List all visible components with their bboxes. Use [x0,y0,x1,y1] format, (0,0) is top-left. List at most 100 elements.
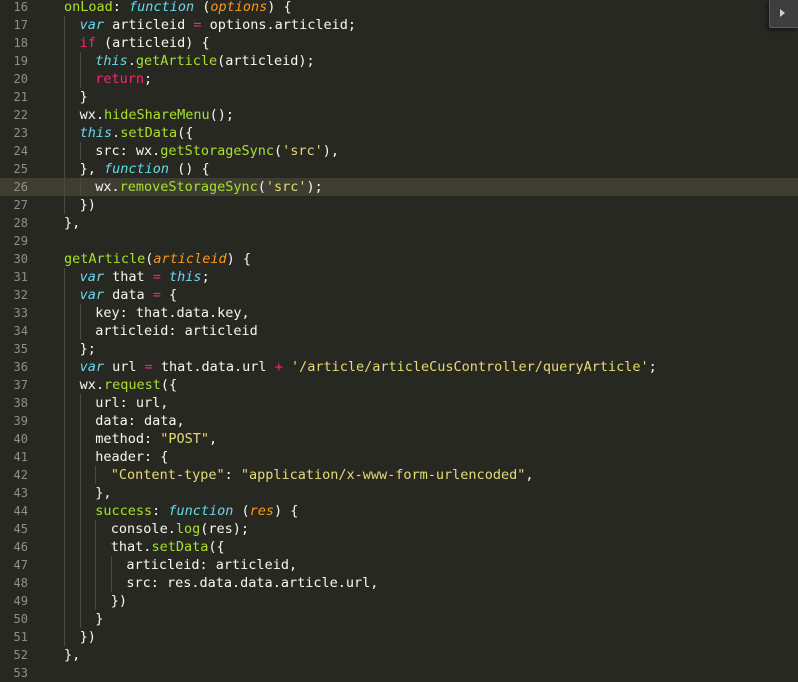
code-text: } [95,610,103,628]
indent-guide [64,340,65,358]
code-text: "Content-type": "application/x-www-form-… [111,466,534,484]
code-token: articleid [103,17,194,33]
code-line[interactable]: 45 console.log(res); [0,520,798,538]
indent-guide [64,592,65,610]
code-line[interactable]: 19 this.getArticle(articleid); [0,52,798,70]
code-line[interactable]: 22 wx.hideShareMenu(); [0,106,798,124]
line-number: 20 [13,72,28,86]
code-token: "Content-type" [110,467,225,483]
code-text: this.getArticle(articleid); [95,52,314,70]
code-line[interactable]: 49}) [0,592,798,610]
code-token: () [169,161,202,177]
code-line[interactable]: 16 onLoad: function (options) { [0,0,798,16]
code-line[interactable]: 51}) [0,628,798,646]
code-token: : [224,467,241,483]
code-token: src: wx. [95,143,161,159]
toggle-panel-button[interactable] [769,0,798,28]
code-line[interactable]: 47 articleid: articleid, [0,556,798,574]
indent-guide [64,286,65,304]
code-text: }; [80,340,96,358]
code-token: articleid: articleid [95,323,258,339]
indent-guide [64,448,65,466]
code-text: onLoad: function (options) { [64,0,292,16]
code-token: header: { [95,449,169,465]
code-line[interactable]: 18 if (articleid) { [0,34,798,52]
code-line[interactable]: 41 header: { [0,448,798,466]
code-line[interactable]: 39 data: data, [0,412,798,430]
code-text: var that = this; [80,268,210,286]
code-token: var [79,287,104,303]
code-line[interactable]: 53 [0,664,798,682]
indent-guide [110,556,112,574]
code-text: var articleid = options.articleid; [80,16,356,34]
indent-guide [95,538,97,556]
line-number: 43 [13,486,28,500]
indent-guide [79,574,81,592]
code-line[interactable]: 31 var that = this; [0,268,798,286]
code-line[interactable]: 48 src: res.data.data.article.url, [0,574,798,592]
indent-guide [79,484,81,502]
line-number: 16 [13,0,28,14]
indent-guide [79,592,81,610]
code-line[interactable]: 27}) [0,196,798,214]
code-line[interactable]: 21} [0,88,798,106]
code-line[interactable]: 32 var data = { [0,286,798,304]
code-text: articleid: articleid [95,322,258,340]
code-token: options.articleid; [201,17,356,33]
code-line[interactable]: 38 url: url, [0,394,798,412]
code-token: ), [322,143,340,159]
code-token: success [95,503,153,519]
code-token: hideShareMenu [103,107,210,123]
code-line[interactable]: 35}; [0,340,798,358]
code-line[interactable]: 50} [0,610,798,628]
code-token: function [168,503,234,519]
indent-guide [79,538,81,556]
code-text: return; [95,70,152,88]
line-number: 52 [13,648,28,662]
indent-guide [79,448,81,466]
code-line[interactable]: 24 src: wx.getStorageSync('src'), [0,142,798,160]
indent-guide [79,178,81,196]
code-token: this [169,269,202,285]
code-line[interactable]: 33 key: that.data.key, [0,304,798,322]
code-token: }, [64,215,81,231]
code-token: = [144,359,153,375]
code-token: }; [79,341,96,357]
code-token: , [525,467,534,483]
indent-guide [79,394,81,412]
code-token: "application/x-www-form-urlencoded" [240,467,526,483]
code-line[interactable]: 43}, [0,484,798,502]
code-line[interactable]: 28}, [0,214,798,232]
indent-guide [64,34,65,52]
code-line[interactable]: 40 method: "POST", [0,430,798,448]
code-token: getStorageSync [160,143,275,159]
code-text: that.setData({ [111,538,225,556]
code-line[interactable]: 26 wx.removeStorageSync('src'); [0,178,798,196]
line-number: 45 [13,522,28,536]
code-line[interactable]: 46 that.setData({ [0,538,798,556]
code-line[interactable]: 23 this.setData({ [0,124,798,142]
code-token: : [152,503,169,519]
code-line[interactable]: 42 "Content-type": "application/x-www-for… [0,466,798,484]
code-token: data: data, [95,413,185,429]
code-line[interactable]: 34 articleid: articleid [0,322,798,340]
indent-guide [64,502,65,520]
code-text: wx.request({ [80,376,178,394]
code-line[interactable]: 36 var url = that.data.url + '/article/ar… [0,358,798,376]
line-number: 19 [13,54,28,68]
code-line[interactable]: 20 return; [0,70,798,88]
code-line[interactable]: 29 [0,232,798,250]
code-line[interactable]: 37 wx.request({ [0,376,798,394]
code-line[interactable]: 52}, [0,646,798,664]
code-token: that. [110,539,152,555]
indent-guide [64,322,65,340]
code-line[interactable]: 30 getArticle(articleid) { [0,250,798,268]
code-line[interactable]: 44 success: function (res) { [0,502,798,520]
code-editor[interactable]: 16 onLoad: function (options) {17 var arti… [0,0,798,680]
code-text: wx.hideShareMenu(); [80,106,234,124]
code-line[interactable]: 17 var articleid = options.articleid; [0,16,798,34]
code-line[interactable]: 25}, function () { [0,160,798,178]
code-token: "POST" [160,431,209,447]
code-text: } [80,88,88,106]
code-text: key: that.data.key, [95,304,249,322]
